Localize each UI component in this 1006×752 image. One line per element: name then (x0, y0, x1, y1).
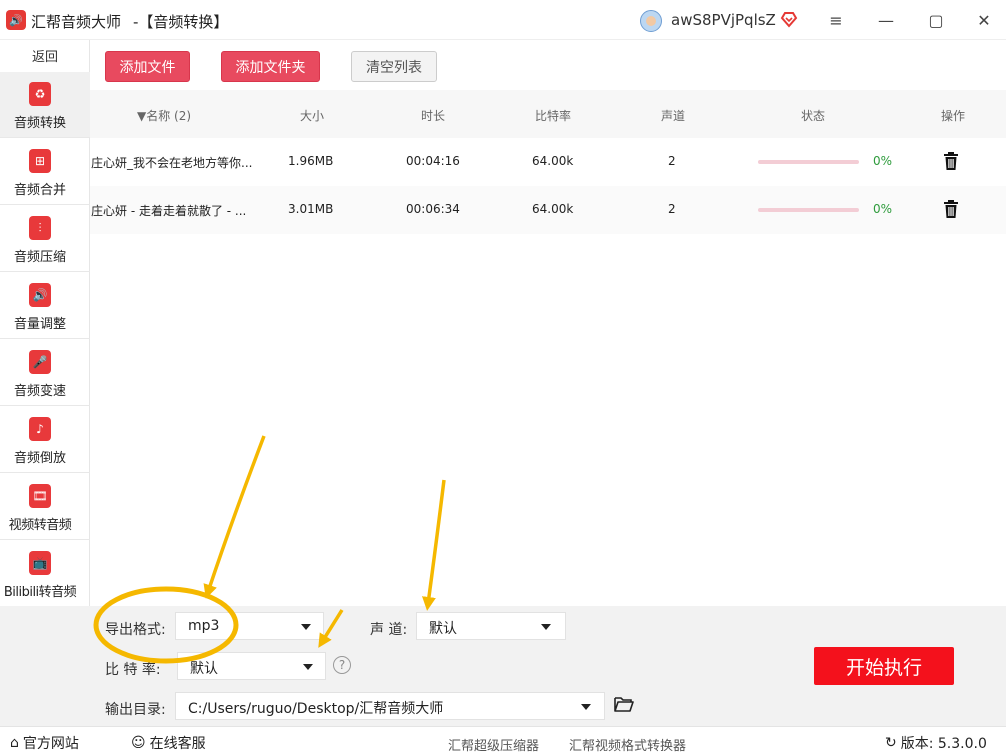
output-dir-value: C:/Users/ruguo/Desktop/汇帮音频大师 (188, 701, 444, 717)
chevron-down-icon (581, 704, 591, 710)
channel-label: 声 道: (370, 622, 408, 638)
annotation-arrow (422, 479, 446, 611)
column-action: 操作 (941, 109, 966, 123)
sidebar-item-5[interactable]: 🎤 音频变速 (0, 340, 90, 406)
trash-icon[interactable] (943, 200, 959, 218)
file-name: 庄心妍 - 走着走着就散了 - ... (91, 204, 247, 218)
output-dir-select[interactable]: C:/Users/ruguo/Desktop/汇帮音频大师 (175, 692, 605, 720)
sidebar-item-3[interactable]: ⫶ 音频压缩 (0, 206, 90, 272)
format-label: 导出格式: (105, 622, 166, 638)
footer: ⌂ 官方网站 ☺ 在线客服 汇帮超级压缩器 汇帮视频格式转换器 ↻ 版本: 5.… (0, 726, 1006, 752)
speaker-logo-icon: 🔊 (6, 10, 26, 30)
microphone-icon: 🎤 (29, 350, 51, 374)
sidebar-item-2[interactable]: ⊞ 音频合并 (0, 139, 90, 205)
file-name: 庄心妍_我不会在老地方等你... (91, 156, 253, 170)
sidebar-item-4[interactable]: 🔊 音量调整 (0, 273, 90, 339)
file-channel: 2 (668, 154, 676, 168)
vip-heart-icon[interactable] (780, 10, 798, 28)
column-size: 大小 (300, 109, 325, 123)
sidebar-item-label: 音频倒放 (13, 451, 66, 466)
sidebar-item-label: 音量调整 (13, 317, 66, 332)
sidebar-item-8[interactable]: 📺 Bilibili转音频 (0, 541, 90, 607)
annotation-arrow (203, 435, 266, 599)
table-row[interactable]: 庄心妍_我不会在老地方等你... 1.96MB 00:04:16 64.00k … (90, 138, 1006, 186)
help-icon[interactable]: ? (333, 656, 351, 674)
file-channel: 2 (668, 202, 676, 216)
window-subtitle: -【音频转换】 (133, 13, 229, 31)
video-converter-link[interactable]: 汇帮视频格式转换器 (569, 735, 686, 752)
avatar-face-icon (646, 16, 656, 26)
app-title: 汇帮音频大师 (31, 13, 122, 31)
sidebar-item-6[interactable]: ♪ 音频倒放 (0, 407, 90, 473)
back-button[interactable]: 返回 (0, 46, 90, 65)
audio-convert-icon: ♻ (29, 82, 51, 106)
progress-bar (758, 208, 859, 212)
add-file-button[interactable]: 添加文件 (105, 51, 190, 82)
file-bitrate: 64.00k (532, 154, 574, 168)
audio-compress-icon: ⫶ (29, 216, 51, 240)
file-duration: 00:06:34 (406, 202, 460, 216)
user-avatar[interactable] (640, 10, 662, 32)
tv-icon: 📺 (29, 551, 51, 575)
column-channel: 声道 (661, 109, 686, 123)
chevron-down-icon (303, 664, 313, 670)
online-service-label: 在线客服 (149, 736, 206, 752)
sidebar-item-label: 音频变速 (13, 384, 66, 399)
column-duration: 时长 (421, 109, 446, 123)
channel-select[interactable]: 默认 (416, 612, 566, 640)
sidebar-item-label: 音频转换 (13, 116, 66, 131)
refresh-icon: ↻ (885, 735, 897, 751)
format-value: mp3 (188, 618, 220, 634)
add-folder-button[interactable]: 添加文件夹 (221, 51, 320, 82)
progress-bar (758, 160, 859, 164)
sidebar-item-label: 视频转音频 (8, 518, 72, 533)
clear-list-button[interactable]: 清空列表 (351, 51, 437, 82)
chevron-down-icon (301, 624, 311, 630)
chevron-down-icon (541, 624, 551, 630)
version-label: 版本: 5.3.0.0 (900, 736, 987, 752)
trash-icon[interactable] (943, 152, 959, 170)
volume-icon: 🔊 (29, 283, 51, 307)
film-icon: 🎞 (29, 484, 51, 508)
audio-merge-icon: ⊞ (29, 149, 51, 173)
channel-value: 默认 (429, 621, 457, 637)
maximize-button[interactable]: ▢ (926, 10, 946, 30)
official-site-label: 官方网站 (22, 736, 79, 752)
table-header: ▼名称 (2) 大小 时长 比特率 声道 状态 操作 (90, 90, 1006, 138)
sidebar-item-label: Bilibili转音频 (3, 585, 77, 600)
file-size: 3.01MB (288, 202, 334, 216)
version-info[interactable]: ↻ 版本: 5.3.0.0 (885, 733, 987, 752)
output-label: 输出目录: (105, 702, 166, 718)
progress-percent: 0% (873, 154, 893, 168)
file-size: 1.96MB (288, 154, 334, 168)
minimize-button[interactable]: — (876, 10, 896, 30)
compressor-link[interactable]: 汇帮超级压缩器 (448, 735, 539, 752)
home-icon: ⌂ (10, 735, 19, 751)
format-select[interactable]: mp3 (175, 612, 324, 640)
sidebar-item-7[interactable]: 🎞 视频转音频 (0, 474, 90, 540)
sidebar-item-label: 音频压缩 (13, 250, 66, 265)
official-site-link[interactable]: ⌂ 官方网站 (10, 733, 79, 752)
menu-icon[interactable]: ≡ (826, 10, 846, 30)
online-service-link[interactable]: ☺ 在线客服 (131, 733, 206, 752)
music-note-icon: ♪ (29, 417, 51, 441)
start-button[interactable]: 开始执行 (814, 647, 954, 685)
bitrate-select[interactable]: 默认 (177, 652, 326, 680)
folder-open-icon[interactable] (614, 696, 634, 712)
file-duration: 00:04:16 (406, 154, 460, 168)
title-bar: 🔊 汇帮音频大师 -【音频转换】 awS8PVjPqlsZ ≡ — ▢ ✕ (0, 0, 1006, 40)
sidebar-item-label: 音频合并 (13, 183, 66, 198)
column-bitrate: 比特率 (535, 109, 572, 123)
close-button[interactable]: ✕ (974, 10, 994, 30)
headset-icon: ☺ (131, 735, 146, 751)
progress-percent: 0% (873, 202, 893, 216)
table-row[interactable]: 庄心妍 - 走着走着就散了 - ... 3.01MB 00:06:34 64.0… (90, 186, 1006, 234)
file-bitrate: 64.00k (532, 202, 574, 216)
column-status: 状态 (801, 109, 826, 123)
bitrate-value: 默认 (190, 661, 218, 677)
user-name[interactable]: awS8PVjPqlsZ (671, 11, 776, 29)
sidebar-item-1[interactable]: ♻ 音频转换 (0, 72, 90, 138)
bitrate-label: 比 特 率: (105, 662, 161, 678)
column-name[interactable]: ▼名称 (2) (137, 107, 191, 124)
